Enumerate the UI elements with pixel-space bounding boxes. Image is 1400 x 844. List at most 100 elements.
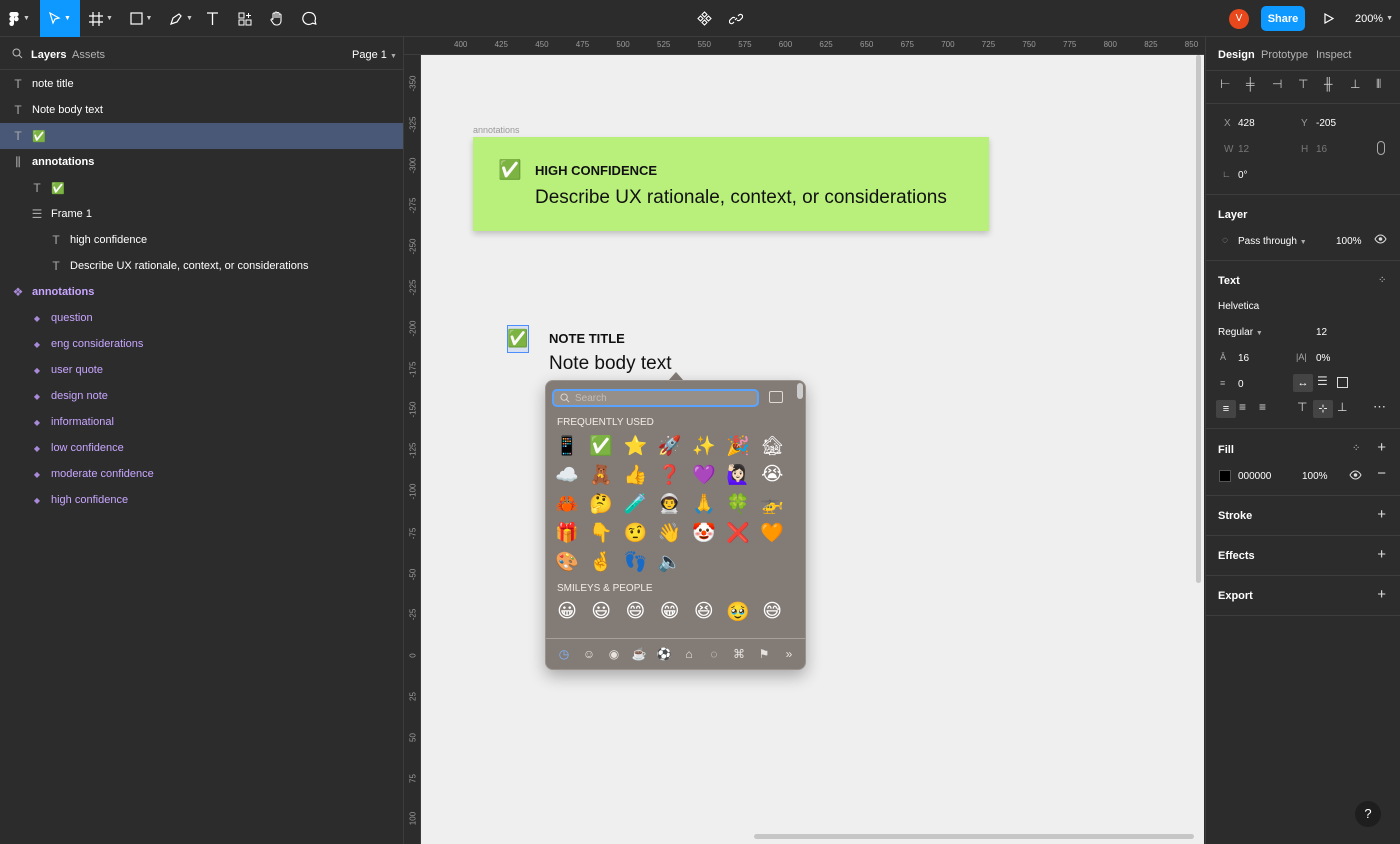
- picker-scrollbar[interactable]: [797, 383, 803, 399]
- objects-icon[interactable]: ◌: [705, 645, 723, 663]
- user-avatar[interactable]: V: [1229, 0, 1249, 37]
- travel-icon[interactable]: ⌂: [680, 645, 698, 663]
- emoji-cell[interactable]: 😅: [757, 598, 787, 624]
- layer-row[interactable]: ◆ high confidence: [0, 487, 403, 513]
- remove-fill-icon[interactable]: −: [1377, 465, 1386, 482]
- search-icon[interactable]: [12, 48, 23, 62]
- emoji-cell[interactable]: 👨‍🚀: [655, 490, 685, 516]
- align-center-icon[interactable]: ≡: [1239, 400, 1246, 414]
- tab-prototype[interactable]: Prototype: [1261, 49, 1308, 61]
- emoji-cell[interactable]: ✅: [586, 432, 616, 458]
- component-button[interactable]: [694, 0, 714, 37]
- emoji-cell[interactable]: 💜: [689, 461, 719, 487]
- activity-icon[interactable]: ⚽: [655, 645, 673, 663]
- eye-icon[interactable]: [1349, 470, 1362, 483]
- h-input[interactable]: 16: [1316, 144, 1327, 155]
- emoji-cell[interactable]: 🤨: [620, 519, 650, 545]
- more-icon[interactable]: »: [780, 645, 798, 663]
- emoji-cell[interactable]: 👣: [620, 548, 650, 574]
- align-right-icon[interactable]: ⊣: [1272, 77, 1282, 91]
- vertical-scrollbar[interactable]: [1196, 55, 1201, 583]
- add-fill-icon[interactable]: +: [1377, 439, 1386, 456]
- note-title[interactable]: NOTE TITLE: [549, 331, 625, 346]
- emoji-cell[interactable]: 🔈: [655, 548, 685, 574]
- layer-row[interactable]: ❖ annotations: [0, 279, 403, 305]
- layer-row[interactable]: ☰ Frame 1: [0, 201, 403, 227]
- tab-inspect[interactable]: Inspect: [1316, 49, 1351, 61]
- layer-row[interactable]: T Describe UX rationale, context, or cons…: [0, 253, 403, 279]
- auto-height-icon[interactable]: ☰: [1317, 374, 1328, 388]
- paragraph-spacing-input[interactable]: 0: [1238, 379, 1244, 390]
- fill-color-swatch[interactable]: [1219, 470, 1231, 482]
- emoji-cell[interactable]: 🎨: [552, 548, 582, 574]
- tab-layers[interactable]: Layers: [31, 49, 66, 61]
- fill-opacity-input[interactable]: 100%: [1302, 471, 1328, 482]
- emoji-cell[interactable]: 👇: [586, 519, 616, 545]
- emoji-cell[interactable]: 👋: [655, 519, 685, 545]
- layer-row[interactable]: T Note body text: [0, 97, 403, 123]
- emoji-cell[interactable]: ❓: [655, 461, 685, 487]
- link-button[interactable]: [726, 0, 746, 37]
- layer-row[interactable]: ◆ eng considerations: [0, 331, 403, 357]
- emoji-cell[interactable]: ✨: [689, 432, 719, 458]
- align-right-icon[interactable]: ≡: [1259, 400, 1266, 414]
- layer-row[interactable]: ◆ design note: [0, 383, 403, 409]
- frame-label[interactable]: annotations: [473, 125, 520, 135]
- fixed-size-icon[interactable]: [1337, 377, 1348, 388]
- emoji-cell[interactable]: 😃: [586, 598, 616, 624]
- smileys-icon[interactable]: ☺: [580, 645, 598, 663]
- emoji-cell[interactable]: 🎁: [552, 519, 582, 545]
- tab-assets[interactable]: Assets: [72, 49, 105, 61]
- align-horizontal-center-icon[interactable]: ╪: [1246, 77, 1255, 91]
- emoji-cell[interactable]: 🎉: [723, 432, 753, 458]
- layer-row[interactable]: T ✅: [0, 123, 403, 149]
- frame-tool-button[interactable]: ▼: [86, 0, 116, 37]
- line-height-input[interactable]: 16: [1238, 353, 1249, 364]
- emoji-cell[interactable]: 🙋🏻‍♀️: [723, 461, 753, 487]
- tab-design[interactable]: Design: [1218, 49, 1255, 61]
- distribute-icon[interactable]: ⦀: [1376, 77, 1381, 92]
- add-effect-icon[interactable]: +: [1377, 546, 1386, 563]
- character-viewer-icon[interactable]: [769, 391, 783, 403]
- emoji-cell[interactable]: 🥹: [723, 598, 753, 624]
- emoji-cell[interactable]: 🚁: [757, 490, 787, 516]
- emoji-cell[interactable]: 🧪: [620, 490, 650, 516]
- text-tool-button[interactable]: [202, 0, 222, 37]
- emoji-cell[interactable]: 🦀: [552, 490, 582, 516]
- emoji-cell[interactable]: 🧡: [757, 519, 787, 545]
- font-family-dropdown[interactable]: Helvetica: [1218, 301, 1259, 312]
- layer-row[interactable]: ◆ low confidence: [0, 435, 403, 461]
- emoji-cell[interactable]: ❌: [723, 519, 753, 545]
- emoji-cell[interactable]: 😄: [620, 598, 650, 624]
- emoji-cell[interactable]: 🤔: [586, 490, 616, 516]
- page-selector[interactable]: Page 1 ▼: [352, 49, 397, 61]
- share-button[interactable]: Share: [1261, 6, 1305, 31]
- resources-button[interactable]: [236, 0, 254, 37]
- emoji-cell[interactable]: 🙏: [689, 490, 719, 516]
- layer-row[interactable]: ◆ informational: [0, 409, 403, 435]
- layer-row[interactable]: ◆ user quote: [0, 357, 403, 383]
- present-button[interactable]: [1320, 0, 1338, 37]
- horizontal-scrollbar[interactable]: [754, 834, 1194, 839]
- emoji-cell[interactable]: 😆: [689, 598, 719, 624]
- move-tool-button[interactable]: ▼: [40, 0, 80, 37]
- emoji-cell[interactable]: 🏚: [757, 432, 787, 458]
- emoji-cell[interactable]: 🤞: [586, 548, 616, 574]
- shape-tool-button[interactable]: ▼: [126, 0, 156, 37]
- emoji-cell[interactable]: 🤡: [689, 519, 719, 545]
- emoji-cell[interactable]: 🚀: [655, 432, 685, 458]
- y-input[interactable]: -205: [1316, 118, 1336, 129]
- letter-spacing-input[interactable]: 0%: [1316, 353, 1330, 364]
- align-top-icon[interactable]: ⊤: [1297, 400, 1307, 414]
- align-bottom-icon[interactable]: ⊥: [1350, 77, 1360, 91]
- fill-hex-input[interactable]: 000000: [1238, 471, 1271, 482]
- layer-row[interactable]: ◆ moderate confidence: [0, 461, 403, 487]
- align-middle-icon[interactable]: ⊹: [1313, 400, 1333, 418]
- annotation-card-high-confidence[interactable]: ✅ HIGH CONFIDENCE Describe UX rationale,…: [473, 137, 989, 231]
- constrain-proportions-icon[interactable]: [1377, 141, 1385, 155]
- add-export-icon[interactable]: +: [1377, 586, 1386, 603]
- flags-icon[interactable]: ⚑: [755, 645, 773, 663]
- emoji-cell[interactable]: ☁️: [552, 461, 582, 487]
- x-input[interactable]: 428: [1238, 118, 1255, 129]
- layer-row[interactable]: Tnote title: [0, 71, 403, 97]
